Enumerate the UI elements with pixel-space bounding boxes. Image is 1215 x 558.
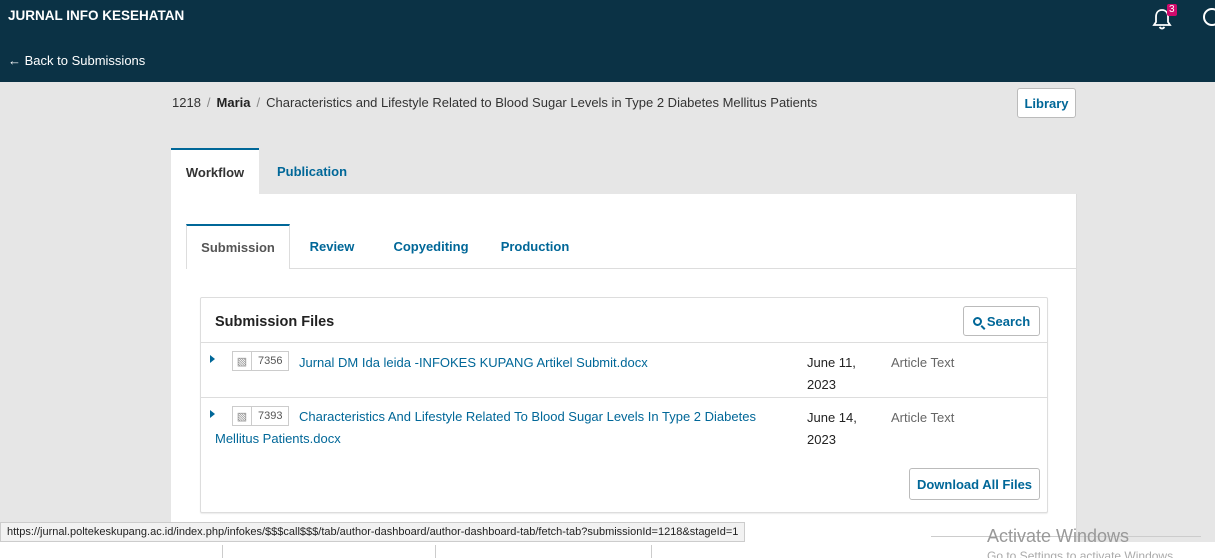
library-button[interactable]: Library — [1017, 88, 1076, 118]
file-row: ▧ 7356 Jurnal DM Ida leida -INFOKES KUPA… — [201, 342, 1047, 397]
document-icon: ▧ — [232, 351, 252, 371]
submission-author: Maria — [216, 95, 251, 110]
activate-windows-subtitle: Go to Settings to activate Windows. — [987, 549, 1177, 558]
submission-title: Characteristics and Lifestyle Related to… — [266, 95, 818, 110]
search-icon — [972, 316, 982, 326]
notification-count-badge: 3 — [1167, 4, 1177, 16]
journal-title[interactable]: JURNAL INFO KESEHATAN — [8, 8, 184, 23]
tab-copyediting[interactable]: Copyediting — [378, 224, 484, 268]
expand-row-icon[interactable] — [210, 355, 215, 363]
top-header: JURNAL INFO KESEHATAN ← Back to Submissi… — [0, 0, 1215, 82]
submission-id: 1218 — [172, 95, 201, 110]
breadcrumb-separator: / — [206, 95, 211, 110]
tab-review[interactable]: Review — [298, 224, 366, 268]
tab-publication[interactable]: Publication — [262, 148, 362, 194]
tab-production[interactable]: Production — [492, 224, 578, 268]
back-to-submissions-link[interactable]: ← Back to Submissions — [8, 53, 145, 68]
file-date: June 14, 2023 — [807, 410, 857, 447]
stage-tabs-divider — [186, 268, 1077, 269]
user-avatar-icon[interactable] — [1203, 8, 1215, 26]
submission-files-title: Submission Files — [215, 314, 335, 330]
breadcrumb-separator: / — [256, 95, 261, 110]
divider — [222, 545, 223, 558]
tab-submission[interactable]: Submission — [186, 224, 290, 269]
file-name-link[interactable]: Characteristics And Lifestyle Related To… — [215, 406, 795, 450]
activate-windows-title: Activate Windows — [987, 526, 1130, 546]
divider — [435, 545, 436, 558]
file-name-link[interactable]: Jurnal DM Ida leida -INFOKES KUPANG Arti… — [299, 352, 648, 374]
search-button-label: Search — [986, 313, 1031, 329]
status-bar-url: https://jurnal.poltekeskupang.ac.id/inde… — [0, 522, 746, 542]
search-button[interactable]: Search — [963, 306, 1040, 336]
submission-files-panel: Submission Files Search ▧ 7356 Jurnal DM… — [200, 297, 1048, 513]
divider — [651, 545, 652, 558]
file-date: June 11, 2023 — [807, 355, 856, 392]
file-row: ▧ 7393 Characteristics And Lifestyle Rel… — [201, 397, 1047, 461]
breadcrumb: 1218 / Maria / Characteristics and Lifestyle… — [172, 95, 817, 110]
download-all-files-button[interactable]: Download All Files — [909, 468, 1040, 500]
file-type: Article Text — [891, 355, 955, 370]
file-id: 7356 — [252, 351, 290, 371]
file-type: Article Text — [891, 410, 955, 425]
tab-workflow[interactable]: Workflow — [171, 148, 259, 194]
